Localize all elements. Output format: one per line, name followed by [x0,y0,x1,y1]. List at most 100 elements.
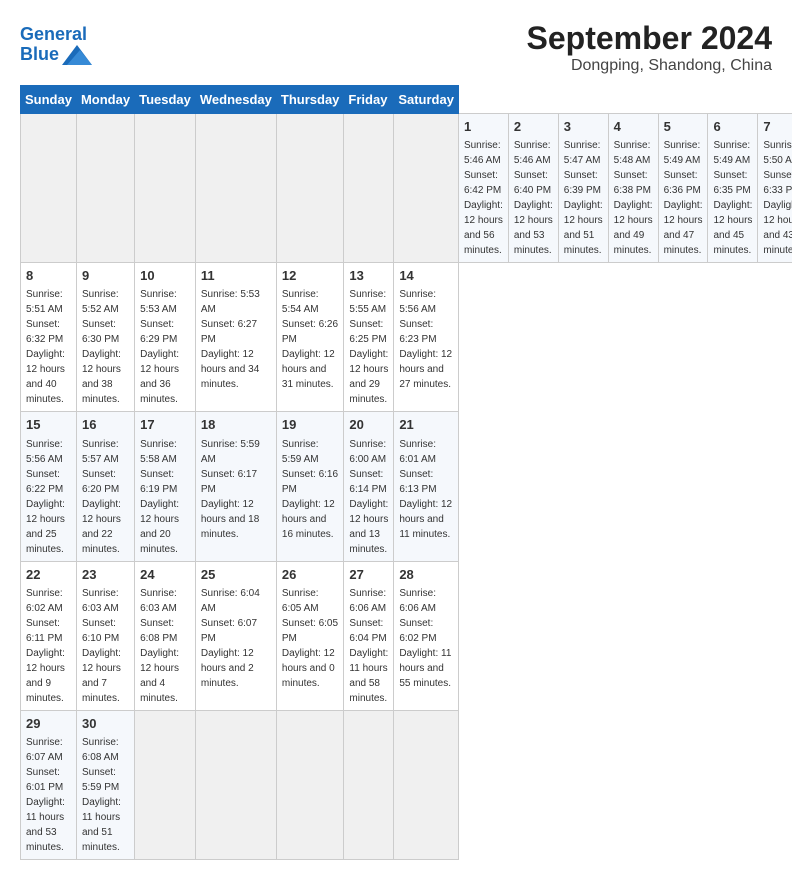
day-info: Sunrise: 5:49 AM Sunset: 6:35 PM Dayligh… [713,140,752,256]
day-info: Sunrise: 6:00 AM Sunset: 6:14 PM Dayligh… [349,439,388,555]
day-info: Sunrise: 5:59 AM Sunset: 6:16 PM Dayligh… [282,439,338,540]
calendar-cell-empty [135,710,196,859]
calendar-cell-day-18: 18Sunrise: 5:59 AM Sunset: 6:17 PM Dayli… [195,412,276,561]
day-number: 28 [399,566,453,584]
calendar-cell-day-30: 30Sunrise: 6:08 AM Sunset: 5:59 PM Dayli… [76,710,134,859]
day-info: Sunrise: 6:01 AM Sunset: 6:13 PM Dayligh… [399,439,452,540]
day-info: Sunrise: 5:56 AM Sunset: 6:23 PM Dayligh… [399,289,452,390]
day-number: 20 [349,416,388,434]
calendar-cell-day-27: 27 Sunrise: 6:06 AM Sunset: 6:04 PM Dayli… [344,561,394,710]
day-number: 27 [349,566,388,584]
day-info: Sunrise: 6:06 AM Sunset: 6:02 PM Dayligh… [399,588,451,689]
calendar-cell-day-28: 28 Sunrise: 6:06 AM Sunset: 6:02 PM Dayli… [394,561,459,710]
calendar-cell-empty [344,710,394,859]
calendar-cell-day-29: 29 Sunrise: 6:07 AM Sunset: 6:01 PM Dayli… [21,710,77,859]
calendar-cell-day-20: 20 Sunrise: 6:00 AM Sunset: 6:14 PM Dayli… [344,412,394,561]
calendar-week-3: 15Sunrise: 5:56 AM Sunset: 6:22 PM Dayli… [21,412,792,561]
day-number: 21 [399,416,453,434]
day-number: 12 [282,267,339,285]
day-info: Sunrise: 5:52 AM Sunset: 6:30 PM Dayligh… [82,289,121,405]
day-number: 8 [26,267,71,285]
day-info: Sunrise: 5:50 AM Sunset: 6:33 PM Dayligh… [763,140,792,256]
calendar-cell-empty [276,710,344,859]
calendar-cell-day-2: 2 Sunrise: 5:46 AM Sunset: 6:40 PM Daylig… [508,114,558,263]
calendar-cell-day-12: 12 Sunrise: 5:54 AM Sunset: 6:26 PM Dayli… [276,263,344,412]
day-number: 13 [349,267,388,285]
day-number: 6 [713,118,752,136]
calendar-cell-day-25: 25Sunrise: 6:04 AM Sunset: 6:07 PM Dayli… [195,561,276,710]
calendar-cell-day-24: 24Sunrise: 6:03 AM Sunset: 6:08 PM Dayli… [135,561,196,710]
day-number: 10 [140,267,190,285]
day-number: 9 [82,267,129,285]
day-number: 26 [282,566,339,584]
title-block: September 2024 Dongping, Shandong, China [527,20,772,75]
day-info: Sunrise: 5:53 AM Sunset: 6:29 PM Dayligh… [140,289,179,405]
weekday-header-wednesday: Wednesday [195,86,276,114]
calendar-cell-day-14: 14 Sunrise: 5:56 AM Sunset: 6:23 PM Dayli… [394,263,459,412]
page-header: General Blue September 2024 Dongping, Sh… [20,20,772,75]
day-number: 18 [201,416,271,434]
day-number: 2 [514,118,553,136]
day-number: 22 [26,566,71,584]
logo-line1: General [20,25,92,45]
calendar-week-4: 22 Sunrise: 6:02 AM Sunset: 6:11 PM Dayli… [21,561,792,710]
calendar-cell-empty [21,114,77,263]
calendar-cell-day-5: 5Sunrise: 5:49 AM Sunset: 6:36 PM Daylig… [658,114,708,263]
weekday-header-saturday: Saturday [394,86,459,114]
day-info: Sunrise: 6:07 AM Sunset: 6:01 PM Dayligh… [26,737,65,853]
day-number: 25 [201,566,271,584]
calendar-cell-empty [276,114,344,263]
calendar-cell-empty [195,114,276,263]
calendar-cell-day-15: 15Sunrise: 5:56 AM Sunset: 6:22 PM Dayli… [21,412,77,561]
day-number: 24 [140,566,190,584]
day-info: Sunrise: 6:05 AM Sunset: 6:05 PM Dayligh… [282,588,338,689]
day-number: 15 [26,416,71,434]
day-info: Sunrise: 5:46 AM Sunset: 6:40 PM Dayligh… [514,140,553,256]
calendar-cell-empty [76,114,134,263]
calendar-cell-empty [394,710,459,859]
day-number: 30 [82,715,129,733]
calendar-cell-day-26: 26 Sunrise: 6:05 AM Sunset: 6:05 PM Dayli… [276,561,344,710]
day-info: Sunrise: 6:02 AM Sunset: 6:11 PM Dayligh… [26,588,65,704]
calendar-cell-day-11: 11 Sunrise: 5:53 AM Sunset: 6:27 PM Dayli… [195,263,276,412]
day-info: Sunrise: 6:06 AM Sunset: 6:04 PM Dayligh… [349,588,388,704]
location: Dongping, Shandong, China [527,57,772,75]
calendar-cell-day-9: 9 Sunrise: 5:52 AM Sunset: 6:30 PM Daylig… [76,263,134,412]
logo-icon [62,45,92,65]
day-info: Sunrise: 5:51 AM Sunset: 6:32 PM Dayligh… [26,289,65,405]
logo-line2: Blue [20,45,92,65]
day-number: 11 [201,267,271,285]
day-number: 5 [664,118,703,136]
logo: General Blue [20,25,92,65]
calendar-cell-day-16: 16 Sunrise: 5:57 AM Sunset: 6:20 PM Dayli… [76,412,134,561]
day-number: 14 [399,267,453,285]
day-number: 16 [82,416,129,434]
calendar-cell-empty [344,114,394,263]
day-info: Sunrise: 5:57 AM Sunset: 6:20 PM Dayligh… [82,439,121,555]
calendar-cell-day-6: 6 Sunrise: 5:49 AM Sunset: 6:35 PM Daylig… [708,114,758,263]
weekday-header-thursday: Thursday [276,86,344,114]
calendar-cell-day-1: 1 Sunrise: 5:46 AM Sunset: 6:42 PM Daylig… [458,114,508,263]
calendar-cell-day-19: 19 Sunrise: 5:59 AM Sunset: 6:16 PM Dayli… [276,412,344,561]
calendar-cell-empty [394,114,459,263]
calendar-table: SundayMondayTuesdayWednesdayThursdayFrid… [20,85,792,860]
calendar-header-row: SundayMondayTuesdayWednesdayThursdayFrid… [21,86,792,114]
calendar-week-1: 1 Sunrise: 5:46 AM Sunset: 6:42 PM Daylig… [21,114,792,263]
day-number: 3 [564,118,603,136]
calendar-cell-day-8: 8 Sunrise: 5:51 AM Sunset: 6:32 PM Daylig… [21,263,77,412]
day-info: Sunrise: 6:03 AM Sunset: 6:10 PM Dayligh… [82,588,121,704]
day-number: 1 [464,118,503,136]
day-number: 19 [282,416,339,434]
day-number: 29 [26,715,71,733]
calendar-cell-day-22: 22 Sunrise: 6:02 AM Sunset: 6:11 PM Dayli… [21,561,77,710]
weekday-header-tuesday: Tuesday [135,86,196,114]
day-number: 17 [140,416,190,434]
day-number: 4 [614,118,653,136]
weekday-header-monday: Monday [76,86,134,114]
day-info: Sunrise: 5:54 AM Sunset: 6:26 PM Dayligh… [282,289,338,390]
day-info: Sunrise: 5:46 AM Sunset: 6:42 PM Dayligh… [464,140,503,256]
day-number: 7 [763,118,792,136]
day-info: Sunrise: 5:53 AM Sunset: 6:27 PM Dayligh… [201,289,260,390]
day-info: Sunrise: 5:48 AM Sunset: 6:38 PM Dayligh… [614,140,653,256]
calendar-cell-empty [135,114,196,263]
